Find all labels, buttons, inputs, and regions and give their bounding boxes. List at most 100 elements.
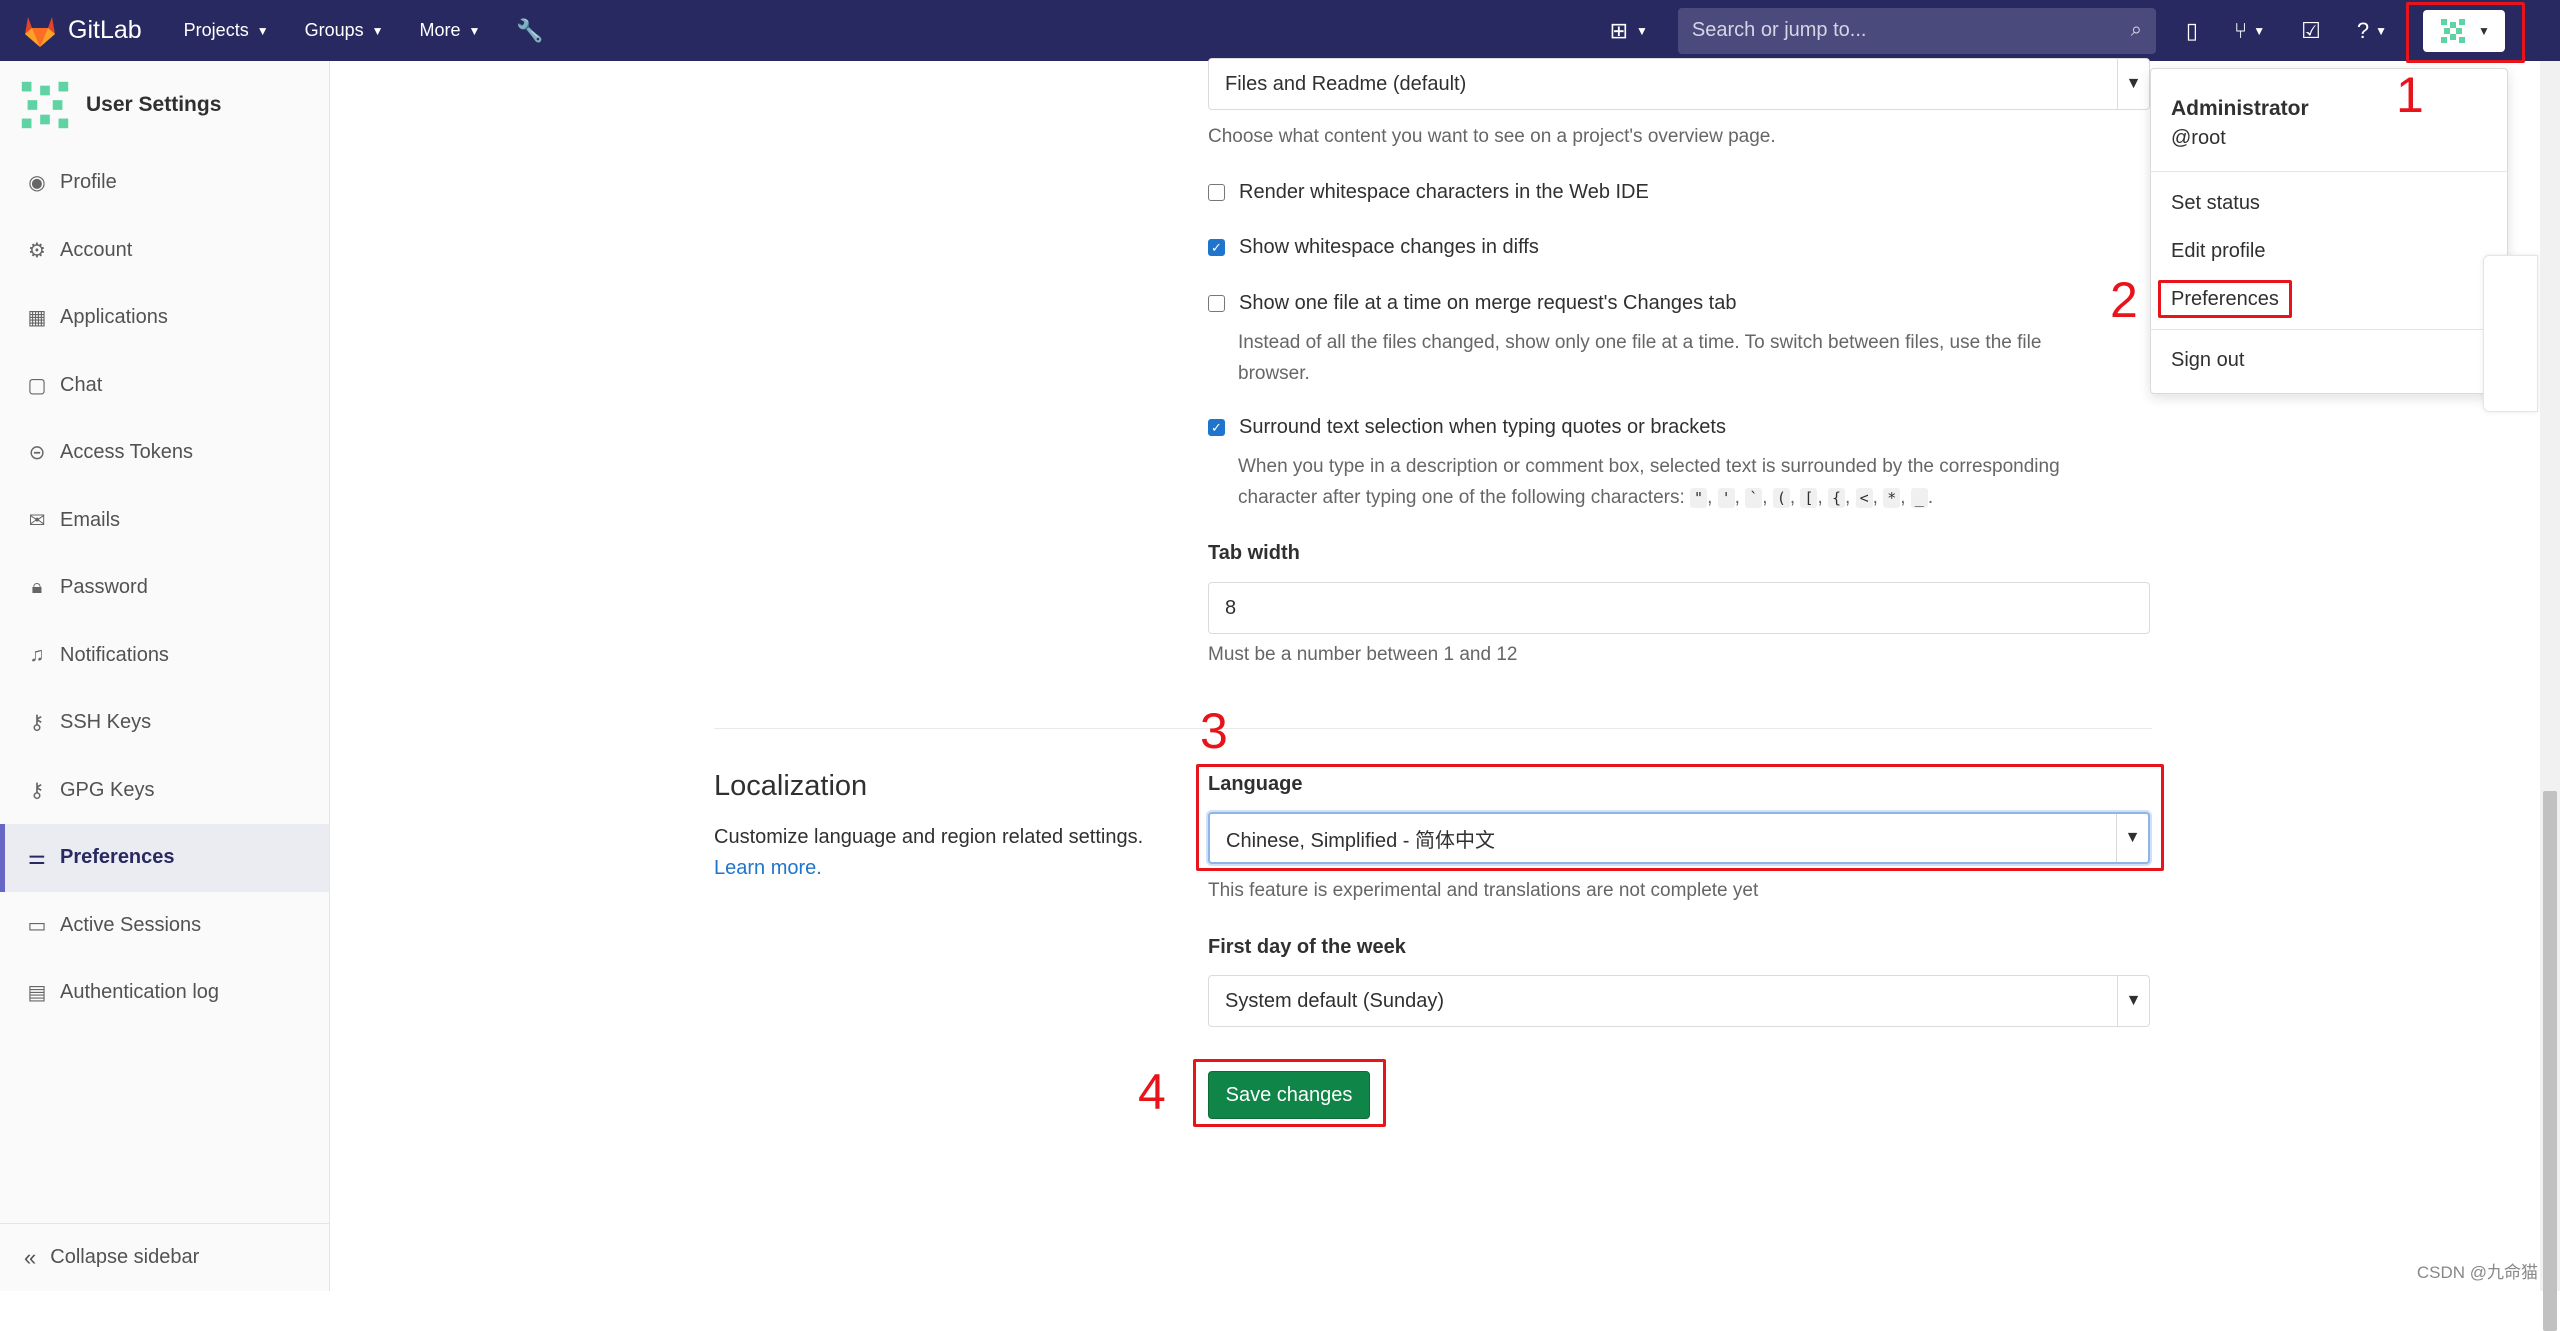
tab-width-label: Tab width [1208, 542, 1300, 564]
first-day-value: System default (Sunday) [1225, 989, 1444, 1012]
projects-menu[interactable]: Projects ▼ [184, 20, 269, 41]
surround-checkbox-row[interactable]: ✓ Surround text selection when typing qu… [1208, 416, 1726, 439]
sidebar-item-label: SSH Keys [60, 711, 152, 734]
search-input[interactable]: Search or jump to... ⌕ [1677, 7, 2156, 54]
new-item-dropdown[interactable]: ⊞ ▼ [1610, 18, 1648, 44]
sidebar-item-profile[interactable]: ◉ Profile [0, 149, 329, 217]
whitespace-diffs-label: Show whitespace changes in diffs [1239, 236, 1539, 258]
admin-wrench-icon[interactable]: 🔧 [516, 18, 543, 44]
sidebar-item-label: Authentication log [60, 981, 220, 1004]
annotation-box-2 [2158, 280, 2292, 318]
settings-sidebar: User Settings ◉ Profile ⚙ Account ▦ Applica… [0, 61, 330, 1291]
sidebar-item-gpg-keys[interactable]: ⚷ GPG Keys [0, 757, 329, 825]
chevron-down-icon: ▼ [2117, 976, 2149, 1026]
sidebar-item-label: Notifications [60, 643, 169, 666]
projects-label: Projects [183, 20, 249, 40]
sidebar-item-authentication-log[interactable]: ▤ Authentication log [0, 959, 329, 1027]
code-char: ` [1745, 488, 1763, 508]
sidebar-header[interactable]: User Settings [0, 61, 329, 149]
sidebar-item-label: Profile [60, 171, 117, 194]
collapse-sidebar-label: Collapse sidebar [50, 1246, 200, 1268]
chevron-down-icon: ▼ [256, 23, 269, 38]
sidebar-item-account[interactable]: ⚙ Account [0, 217, 329, 285]
sidebar-item-password[interactable]: 🔒︎ Password [0, 554, 329, 622]
project-overview-select[interactable]: Files and Readme (default) ▼ [1208, 58, 2150, 110]
sidebar-item-applications[interactable]: ▦ Applications [0, 284, 329, 352]
first-day-label: First day of the week [1208, 936, 1406, 958]
edit-profile-item[interactable]: Edit profile [2171, 240, 2266, 263]
sign-out-item[interactable]: Sign out [2171, 349, 2244, 372]
learn-more-link[interactable]: Learn more. [714, 853, 1194, 884]
one-file-checkbox[interactable] [1208, 295, 1225, 312]
sidebar-item-preferences[interactable]: ⚌ Preferences [0, 824, 329, 892]
whitespace-diffs-checkbox-row[interactable]: ✓ Show whitespace changes in diffs [1208, 236, 1539, 259]
tab-width-value: 8 [1225, 596, 1237, 619]
localization-desc-text: Customize language and region related se… [714, 826, 1144, 848]
dropdown-divider [2151, 171, 2507, 172]
preferences-icon: ⚌ [28, 847, 46, 870]
scrollbar-thumb[interactable] [2543, 791, 2557, 1331]
issues-icon[interactable]: ▯ [2186, 18, 2198, 44]
first-day-select[interactable]: System default (Sunday) ▼ [1208, 975, 2150, 1027]
chevron-down-icon: ▼ [2253, 23, 2266, 38]
help-icon: ? [2356, 17, 2370, 43]
whitespace-ide-checkbox-row[interactable]: Render whitespace characters in the Web … [1208, 181, 1649, 204]
brand-name: GitLab [68, 16, 142, 44]
sidebar-item-label: Active Sessions [60, 913, 202, 936]
code-char: [ [1800, 488, 1818, 508]
one-file-checkbox-row[interactable]: Show one file at a time on merge request… [1208, 292, 1736, 315]
chat-icon: ▢ [27, 374, 47, 397]
account-icon: ⚙ [28, 239, 46, 262]
help-dropdown[interactable]: ? ▼ [2357, 18, 2387, 44]
sidebar-item-notifications[interactable]: ♫ Notifications [0, 622, 329, 690]
localization-description: Customize language and region related se… [714, 822, 1194, 884]
set-status-item[interactable]: Set status [2171, 192, 2260, 215]
one-file-help-line-1: Instead of all the files changed, show o… [1238, 332, 2042, 353]
surround-help-line-2: character after typing one of the follow… [1238, 487, 1934, 508]
more-menu[interactable]: More ▼ [420, 20, 481, 41]
code-char: ( [1772, 488, 1790, 508]
annotation-box-4 [1193, 1059, 1386, 1127]
whitespace-ide-checkbox[interactable] [1208, 184, 1225, 201]
double-chevron-left-icon: « [24, 1244, 37, 1270]
plus-square-icon: ⊞ [1609, 17, 1629, 43]
user-dropdown-menu: Administrator @root Set status Edit prof… [2150, 68, 2508, 394]
sidebar-item-emails[interactable]: ✉ Emails [0, 487, 329, 555]
sidebar-item-active-sessions[interactable]: ▭ Active Sessions [0, 892, 329, 960]
chevron-down-icon: ▼ [371, 23, 384, 38]
collapse-sidebar-button[interactable]: « Collapse sidebar [0, 1223, 330, 1291]
page-scrollbar[interactable] [2540, 61, 2560, 1331]
sidebar-item-ssh-keys[interactable]: ⚷ SSH Keys [0, 689, 329, 757]
key-icon: ⚷ [29, 712, 45, 735]
sidebar-item-label: Preferences [60, 846, 175, 869]
tab-width-input[interactable]: 8 [1208, 582, 2150, 634]
sidebar-item-label: Applications [60, 306, 168, 329]
language-help: This feature is experimental and transla… [1208, 880, 1759, 901]
side-floating-widget[interactable] [2483, 255, 2538, 412]
surround-help: When you type in a description or commen… [1238, 451, 2158, 514]
surround-checkbox[interactable]: ✓ [1208, 419, 1225, 436]
code-char: * [1883, 488, 1901, 508]
whitespace-diffs-checkbox[interactable]: ✓ [1208, 239, 1225, 256]
merge-requests-dropdown[interactable]: ⑂ ▼ [2234, 18, 2265, 44]
mail-icon: ✉ [28, 509, 46, 532]
dropdown-divider [2151, 329, 2507, 330]
annotation-number-2: 2 [2110, 272, 2138, 328]
sidebar-item-access-tokens[interactable]: ⊝ Access Tokens [0, 419, 329, 487]
annotation-box-3 [1196, 764, 2164, 871]
gitlab-home-link[interactable]: GitLab [22, 14, 142, 48]
groups-menu[interactable]: Groups ▼ [305, 20, 384, 41]
one-file-help-line-2: browser. [1238, 363, 1310, 384]
surround-label: Surround text selection when typing quot… [1239, 416, 1726, 438]
sidebar-item-label: Emails [60, 508, 121, 531]
merge-request-icon: ⑂ [2234, 17, 2248, 43]
gitlab-logo-icon [25, 16, 55, 47]
search-placeholder: Search or jump to... [1691, 19, 1867, 41]
sidebar-item-chat[interactable]: ▢ Chat [0, 352, 329, 420]
todos-icon[interactable]: ☑ [2301, 18, 2321, 44]
key-icon: ⚷ [29, 779, 45, 802]
sidebar-title: User Settings [86, 93, 222, 116]
top-navbar: GitLab Projects ▼ Groups ▼ More ▼ 🔧 ⊞ ▼ Sear… [0, 0, 2560, 61]
overview-help-text: Choose what content you want to see on a… [1208, 126, 1776, 147]
surround-help-line-1: When you type in a description or commen… [1238, 456, 2060, 477]
